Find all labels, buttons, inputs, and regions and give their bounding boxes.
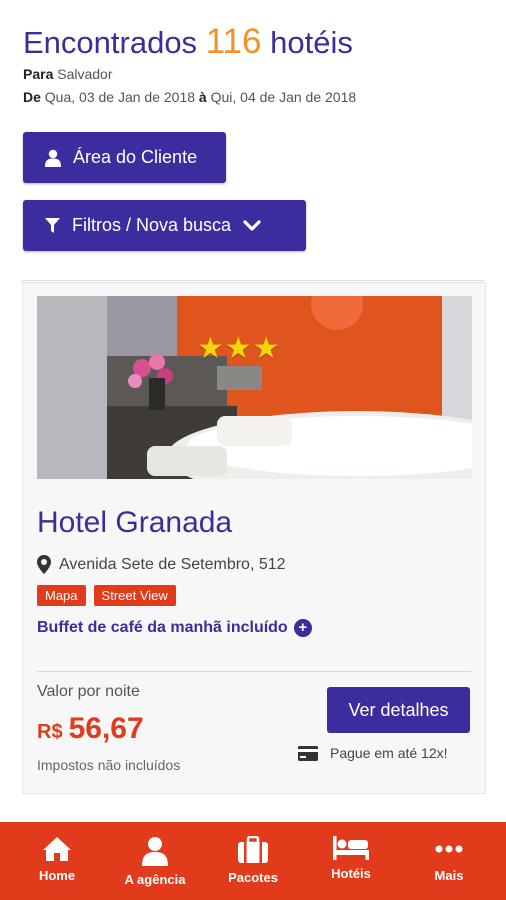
date-to: Qui, 04 de Jan de 2018 — [210, 89, 357, 105]
results-header: Encontrados 116 hotéis Para Salvador De … — [23, 22, 496, 109]
star-rating: ★★★ — [197, 332, 281, 365]
more-dots-icon — [435, 845, 463, 853]
dates-line: De Qua, 03 de Jan de 2018 à Qui, 04 de J… — [23, 86, 496, 109]
plus-circle-icon: + — [293, 619, 312, 637]
room-image — [37, 296, 472, 479]
hotel-photo[interactable]: ★★★ — [37, 296, 472, 479]
dates-label: De — [23, 89, 41, 105]
nav-agency-label: A agência — [124, 872, 186, 887]
bed-icon — [333, 836, 369, 860]
taxes-note: Impostos não incluídos — [37, 757, 181, 773]
nav-home[interactable]: Home — [12, 822, 102, 883]
breakfast-text: Buffet de café da manhã incluído — [37, 619, 288, 636]
filter-icon — [45, 217, 60, 233]
results-title: Encontrados 116 hotéis — [23, 22, 496, 63]
breakfast-info[interactable]: Buffet de café da manhã incluído + — [37, 619, 312, 637]
map-marker-icon — [37, 555, 51, 574]
home-icon — [43, 837, 71, 861]
installments-info: Pague em até 12x! — [298, 745, 448, 761]
nav-more-label: Mais — [434, 868, 464, 883]
client-area-button[interactable]: Área do Cliente — [23, 132, 226, 183]
map-tag[interactable]: Mapa — [37, 585, 86, 606]
price-currency: R$ — [37, 721, 63, 743]
nav-hotels-label: Hotéis — [331, 866, 371, 881]
hotel-address: Avenida Sete de Setembro, 512 — [37, 555, 286, 574]
suitcase-icon — [238, 836, 268, 863]
title-prefix: Encontrados — [23, 25, 198, 60]
filters-label: Filtros / Nova busca — [72, 215, 232, 235]
address-text: Avenida Sete de Setembro, 512 — [59, 555, 286, 573]
price-amount: 56,67 — [68, 712, 144, 745]
price-value: R$ 56,67 — [37, 712, 144, 746]
destination-value: Salvador — [57, 66, 113, 82]
street-view-tag[interactable]: Street View — [93, 585, 176, 606]
nav-hotels[interactable]: Hotéis — [306, 822, 396, 881]
user-icon — [45, 149, 61, 167]
nav-agency[interactable]: A agência — [110, 822, 200, 887]
credit-card-icon — [298, 745, 318, 761]
price-label: Valor por noite — [37, 683, 140, 700]
date-from: Qua, 03 de Jan de 2018 — [44, 89, 196, 105]
nav-more[interactable]: Mais — [404, 822, 494, 883]
card-divider — [37, 671, 471, 672]
hotel-tags: Mapa Street View — [37, 585, 176, 606]
nav-packages-label: Pacotes — [228, 870, 278, 885]
bottom-nav: Home A agência Pacotes Hotéis Mais — [0, 822, 506, 900]
destination-line: Para Salvador — [23, 63, 496, 86]
filters-button[interactable]: Filtros / Nova busca — [23, 200, 306, 251]
title-suffix: hotéis — [270, 25, 353, 60]
details-button[interactable]: Ver detalhes — [327, 687, 470, 733]
top-divider — [22, 280, 484, 281]
hotel-name[interactable]: Hotel Granada — [37, 506, 232, 540]
results-count: 116 — [205, 22, 262, 61]
nav-packages[interactable]: Pacotes — [208, 822, 298, 885]
destination-label: Para — [23, 66, 54, 82]
user-icon — [142, 837, 168, 866]
hotel-card: ★★★ Hotel Granada Avenida Sete de Setemb… — [22, 282, 486, 794]
date-separator: à — [198, 89, 207, 105]
nav-home-label: Home — [38, 868, 76, 883]
client-area-label: Área do Cliente — [73, 147, 198, 167]
chevron-down-icon — [243, 219, 261, 231]
installments-text: Pague em até 12x! — [330, 745, 448, 761]
